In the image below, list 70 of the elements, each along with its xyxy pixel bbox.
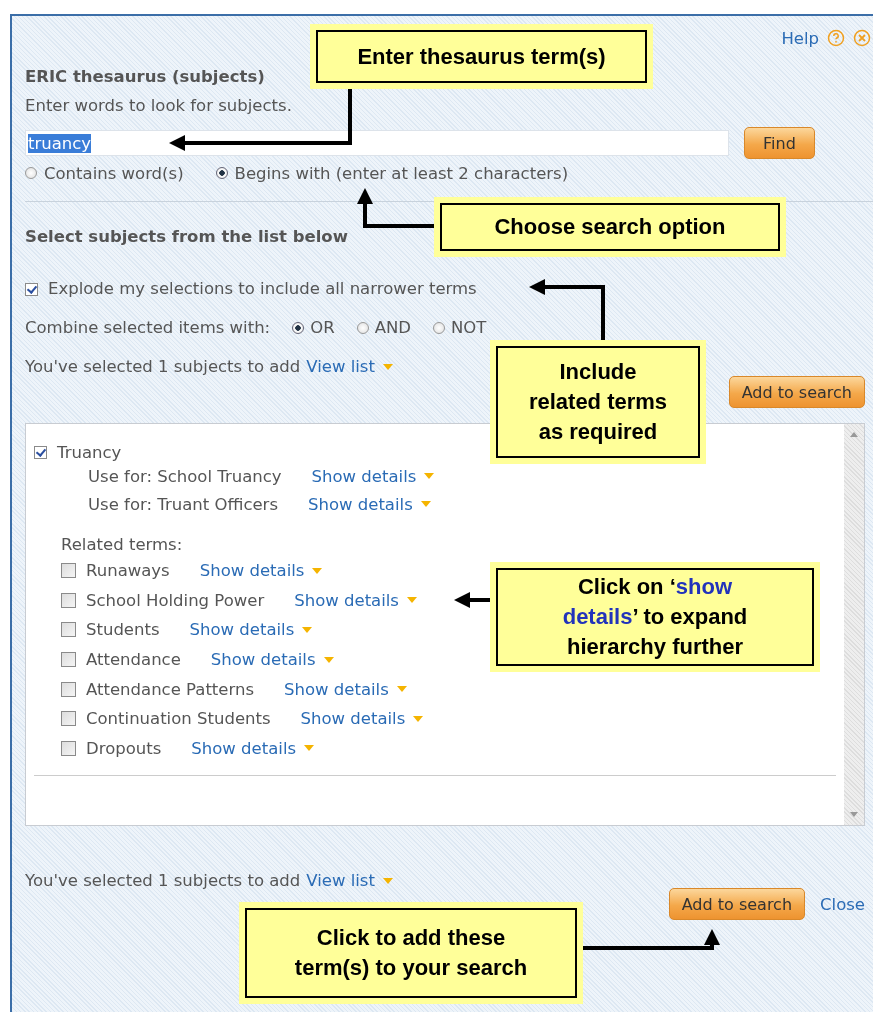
show-details-link[interactable]: Show details (311, 466, 417, 486)
radio-label[interactable]: Contains word(s) (44, 163, 184, 183)
caret-icon (407, 597, 417, 604)
caret-icon (382, 364, 393, 370)
caret-icon (304, 745, 315, 752)
show-details-link[interactable]: Show details (284, 679, 389, 699)
radio-button[interactable] (292, 322, 305, 334)
scrollbar[interactable] (844, 424, 864, 825)
checkbox[interactable] (61, 622, 76, 638)
radio-button[interactable] (215, 167, 228, 179)
checkbox[interactable] (25, 282, 38, 296)
selection-summary: You've selected 1 subjects to add (25, 872, 301, 890)
caret-icon (302, 627, 313, 633)
show-details-link[interactable]: Show details (189, 620, 295, 640)
radio-label[interactable]: OR (310, 319, 335, 337)
checkbox[interactable] (34, 445, 47, 459)
related-term[interactable]: Attendance (86, 650, 181, 670)
subject-term[interactable]: Truancy (57, 442, 122, 462)
view-list-link[interactable]: View list (306, 872, 375, 890)
checkbox[interactable] (61, 592, 76, 608)
show-details-link[interactable]: Show details (210, 650, 316, 670)
related-term[interactable]: School Holding Power (86, 590, 265, 610)
add-to-search-button[interactable]: Add to search (668, 888, 806, 920)
help-icon[interactable] (827, 29, 845, 47)
close-icon[interactable] (853, 29, 871, 47)
view-list-link[interactable]: View list (306, 358, 375, 376)
checkbox[interactable] (61, 740, 76, 756)
find-button[interactable]: Find (744, 127, 815, 159)
caret-icon (382, 878, 393, 884)
radio-button[interactable] (25, 167, 37, 179)
radio-button[interactable] (356, 322, 369, 334)
radio-label[interactable]: NOT (451, 319, 487, 337)
related-term[interactable]: Attendance Patterns (86, 679, 254, 699)
caret-icon (413, 715, 424, 722)
related-term[interactable]: Students (86, 620, 160, 640)
radio-label[interactable]: AND (374, 319, 411, 337)
caret-icon (312, 567, 323, 574)
radio-button[interactable] (433, 322, 445, 334)
show-details-link[interactable]: Show details (191, 738, 297, 758)
scroll-up-icon[interactable] (850, 432, 858, 437)
scroll-down-icon[interactable] (850, 812, 858, 817)
dialog-title: ERIC thesaurus (subjects) (25, 68, 265, 86)
checkbox[interactable] (61, 711, 76, 727)
radio-label[interactable]: Begins with (enter at least 2 characters) (234, 163, 569, 183)
section-heading: Select subjects from the list below (25, 228, 348, 246)
caret-icon (424, 473, 435, 479)
related-term[interactable]: Continuation Students (86, 709, 271, 729)
add-to-search-button[interactable]: Add to search (728, 376, 865, 408)
checkbox[interactable] (61, 681, 76, 697)
use-for-term: Use for: Truant Officers (88, 494, 278, 514)
related-term[interactable]: Runaways (86, 561, 170, 581)
search-field[interactable]: truancy (25, 130, 729, 156)
help-link[interactable]: Help (781, 28, 819, 48)
caret-icon (323, 656, 334, 663)
selection-summary: You've selected 1 subjects to add (25, 358, 301, 376)
caret-icon (396, 686, 407, 693)
caret-icon (420, 501, 431, 507)
related-terms-heading: Related terms: (60, 536, 183, 556)
related-term[interactable]: Dropouts (86, 738, 162, 758)
checkbox[interactable] (61, 652, 76, 668)
use-for-term: Use for: School Truancy (88, 466, 282, 486)
close-link[interactable]: Close (820, 894, 865, 914)
instruction-text: Enter words to look for subjects. (25, 97, 292, 115)
show-details-link[interactable]: Show details (308, 494, 413, 514)
show-details-link[interactable]: Show details (300, 709, 406, 729)
show-details-link[interactable]: Show details (294, 590, 399, 610)
checkbox[interactable] (61, 563, 76, 579)
combine-label: Combine selected items with: (25, 319, 271, 337)
show-details-link[interactable]: Show details (199, 561, 305, 581)
checkbox-label[interactable]: Explode my selections to include all narrower terms (48, 280, 477, 298)
